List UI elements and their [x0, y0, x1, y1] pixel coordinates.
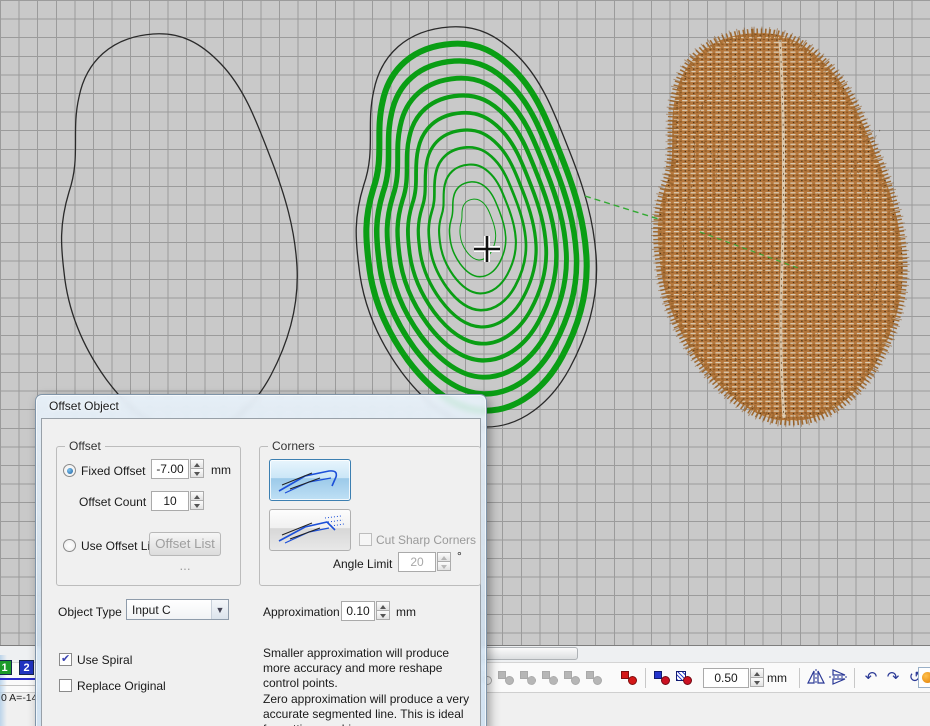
shape-back-minus-front-icon	[584, 669, 604, 687]
shape-front-minus-back-icon	[562, 669, 582, 687]
pattern-fill-icon[interactable]	[674, 669, 694, 687]
shape-intersect-icon	[518, 669, 538, 687]
dialog-title: Offset Object	[49, 399, 119, 413]
approximation-stepper[interactable]	[376, 601, 390, 621]
divider	[0, 685, 36, 686]
fixed-offset-unit: mm	[211, 463, 231, 477]
crosshair-cursor	[474, 236, 500, 262]
offset-count-stepper[interactable]	[190, 491, 204, 511]
approximation-unit: mm	[396, 605, 416, 619]
replace-original-checkbox[interactable]	[59, 679, 72, 692]
shape-trim-icon	[496, 669, 516, 687]
color-palette: 1 2 0 A=-14	[0, 655, 36, 726]
offset-list-button[interactable]: Offset List ...	[149, 532, 221, 556]
angle-limit-unit: °	[457, 549, 462, 563]
spiral-offset-shape[interactable]	[356, 27, 596, 427]
stitch-offset-input[interactable]	[703, 668, 749, 688]
approximation-note-1: Smaller approximation will produce more …	[263, 646, 478, 691]
palette-color-1[interactable]: 1	[0, 660, 12, 675]
angle-limit-label: Angle Limit	[333, 557, 392, 571]
round-corner-icon	[275, 465, 345, 495]
use-spiral-label: Use Spiral	[77, 653, 132, 667]
shape-simplify-icon	[540, 669, 560, 687]
offset-object-dialog: Offset Object Offset Fixed Offset mm Off…	[35, 394, 487, 726]
fixed-offset-input[interactable]	[151, 459, 189, 479]
combine-shapes-icon[interactable]	[619, 669, 639, 687]
corners-group-label: Corners	[268, 439, 319, 453]
stitch-offset-stepper[interactable]	[750, 668, 764, 688]
cut-sharp-corners-checkbox	[359, 533, 372, 546]
offset-count-label: Offset Count	[79, 495, 146, 509]
rotate-left-icon[interactable]: ↶	[861, 669, 881, 687]
flip-vertical-icon[interactable]	[828, 669, 848, 687]
toolbar-separator	[854, 668, 855, 688]
sharp-corner-style-button[interactable]	[269, 509, 351, 551]
palette-color-2[interactable]: 2	[19, 660, 34, 675]
toolbar-separator	[645, 668, 646, 688]
angle-limit-input	[398, 552, 436, 572]
stitched-shape[interactable]	[658, 33, 903, 421]
offset-count-input[interactable]	[151, 491, 189, 511]
thread-color-icon	[922, 672, 930, 683]
palette-selection-indicator	[0, 678, 36, 680]
group-objects-icon[interactable]	[652, 669, 672, 687]
offset-group-label: Offset	[65, 439, 105, 453]
fixed-offset-label: Fixed Offset	[81, 464, 145, 478]
use-offset-list-radio[interactable]	[63, 539, 76, 552]
replace-original-label: Replace Original	[77, 679, 166, 693]
angle-limit-stepper	[437, 552, 451, 572]
toolbar-separator	[799, 668, 800, 688]
scrollbar-thumb[interactable]	[476, 647, 578, 660]
stitch-offset-unit: mm	[767, 671, 787, 685]
outline-shape[interactable]	[62, 34, 298, 434]
object-type-value: Input C	[127, 603, 211, 617]
use-spiral-checkbox[interactable]	[59, 653, 72, 666]
chevron-down-icon: ▼	[211, 600, 228, 619]
approximation-input[interactable]	[341, 601, 375, 621]
object-type-dropdown[interactable]: Input C ▼	[126, 599, 229, 620]
status-readout: 0 A=-14	[1, 692, 36, 704]
flip-horizontal-icon[interactable]	[806, 669, 826, 687]
approximation-note-2: Zero approximation will produce a very a…	[263, 692, 478, 726]
clipped-color-field	[918, 667, 930, 688]
round-corner-style-button[interactable]	[269, 459, 351, 501]
fixed-offset-stepper[interactable]	[190, 459, 204, 479]
fixed-offset-radio[interactable]	[63, 464, 76, 477]
rotate-right-icon[interactable]: ↷	[883, 669, 903, 687]
sharp-corner-icon	[275, 515, 345, 545]
use-offset-list-label: Use Offset List	[81, 539, 159, 553]
approximation-label: Approximation	[263, 605, 340, 619]
cut-sharp-corners-label: Cut Sharp Corners	[376, 533, 476, 547]
object-type-label: Object Type	[58, 605, 122, 619]
